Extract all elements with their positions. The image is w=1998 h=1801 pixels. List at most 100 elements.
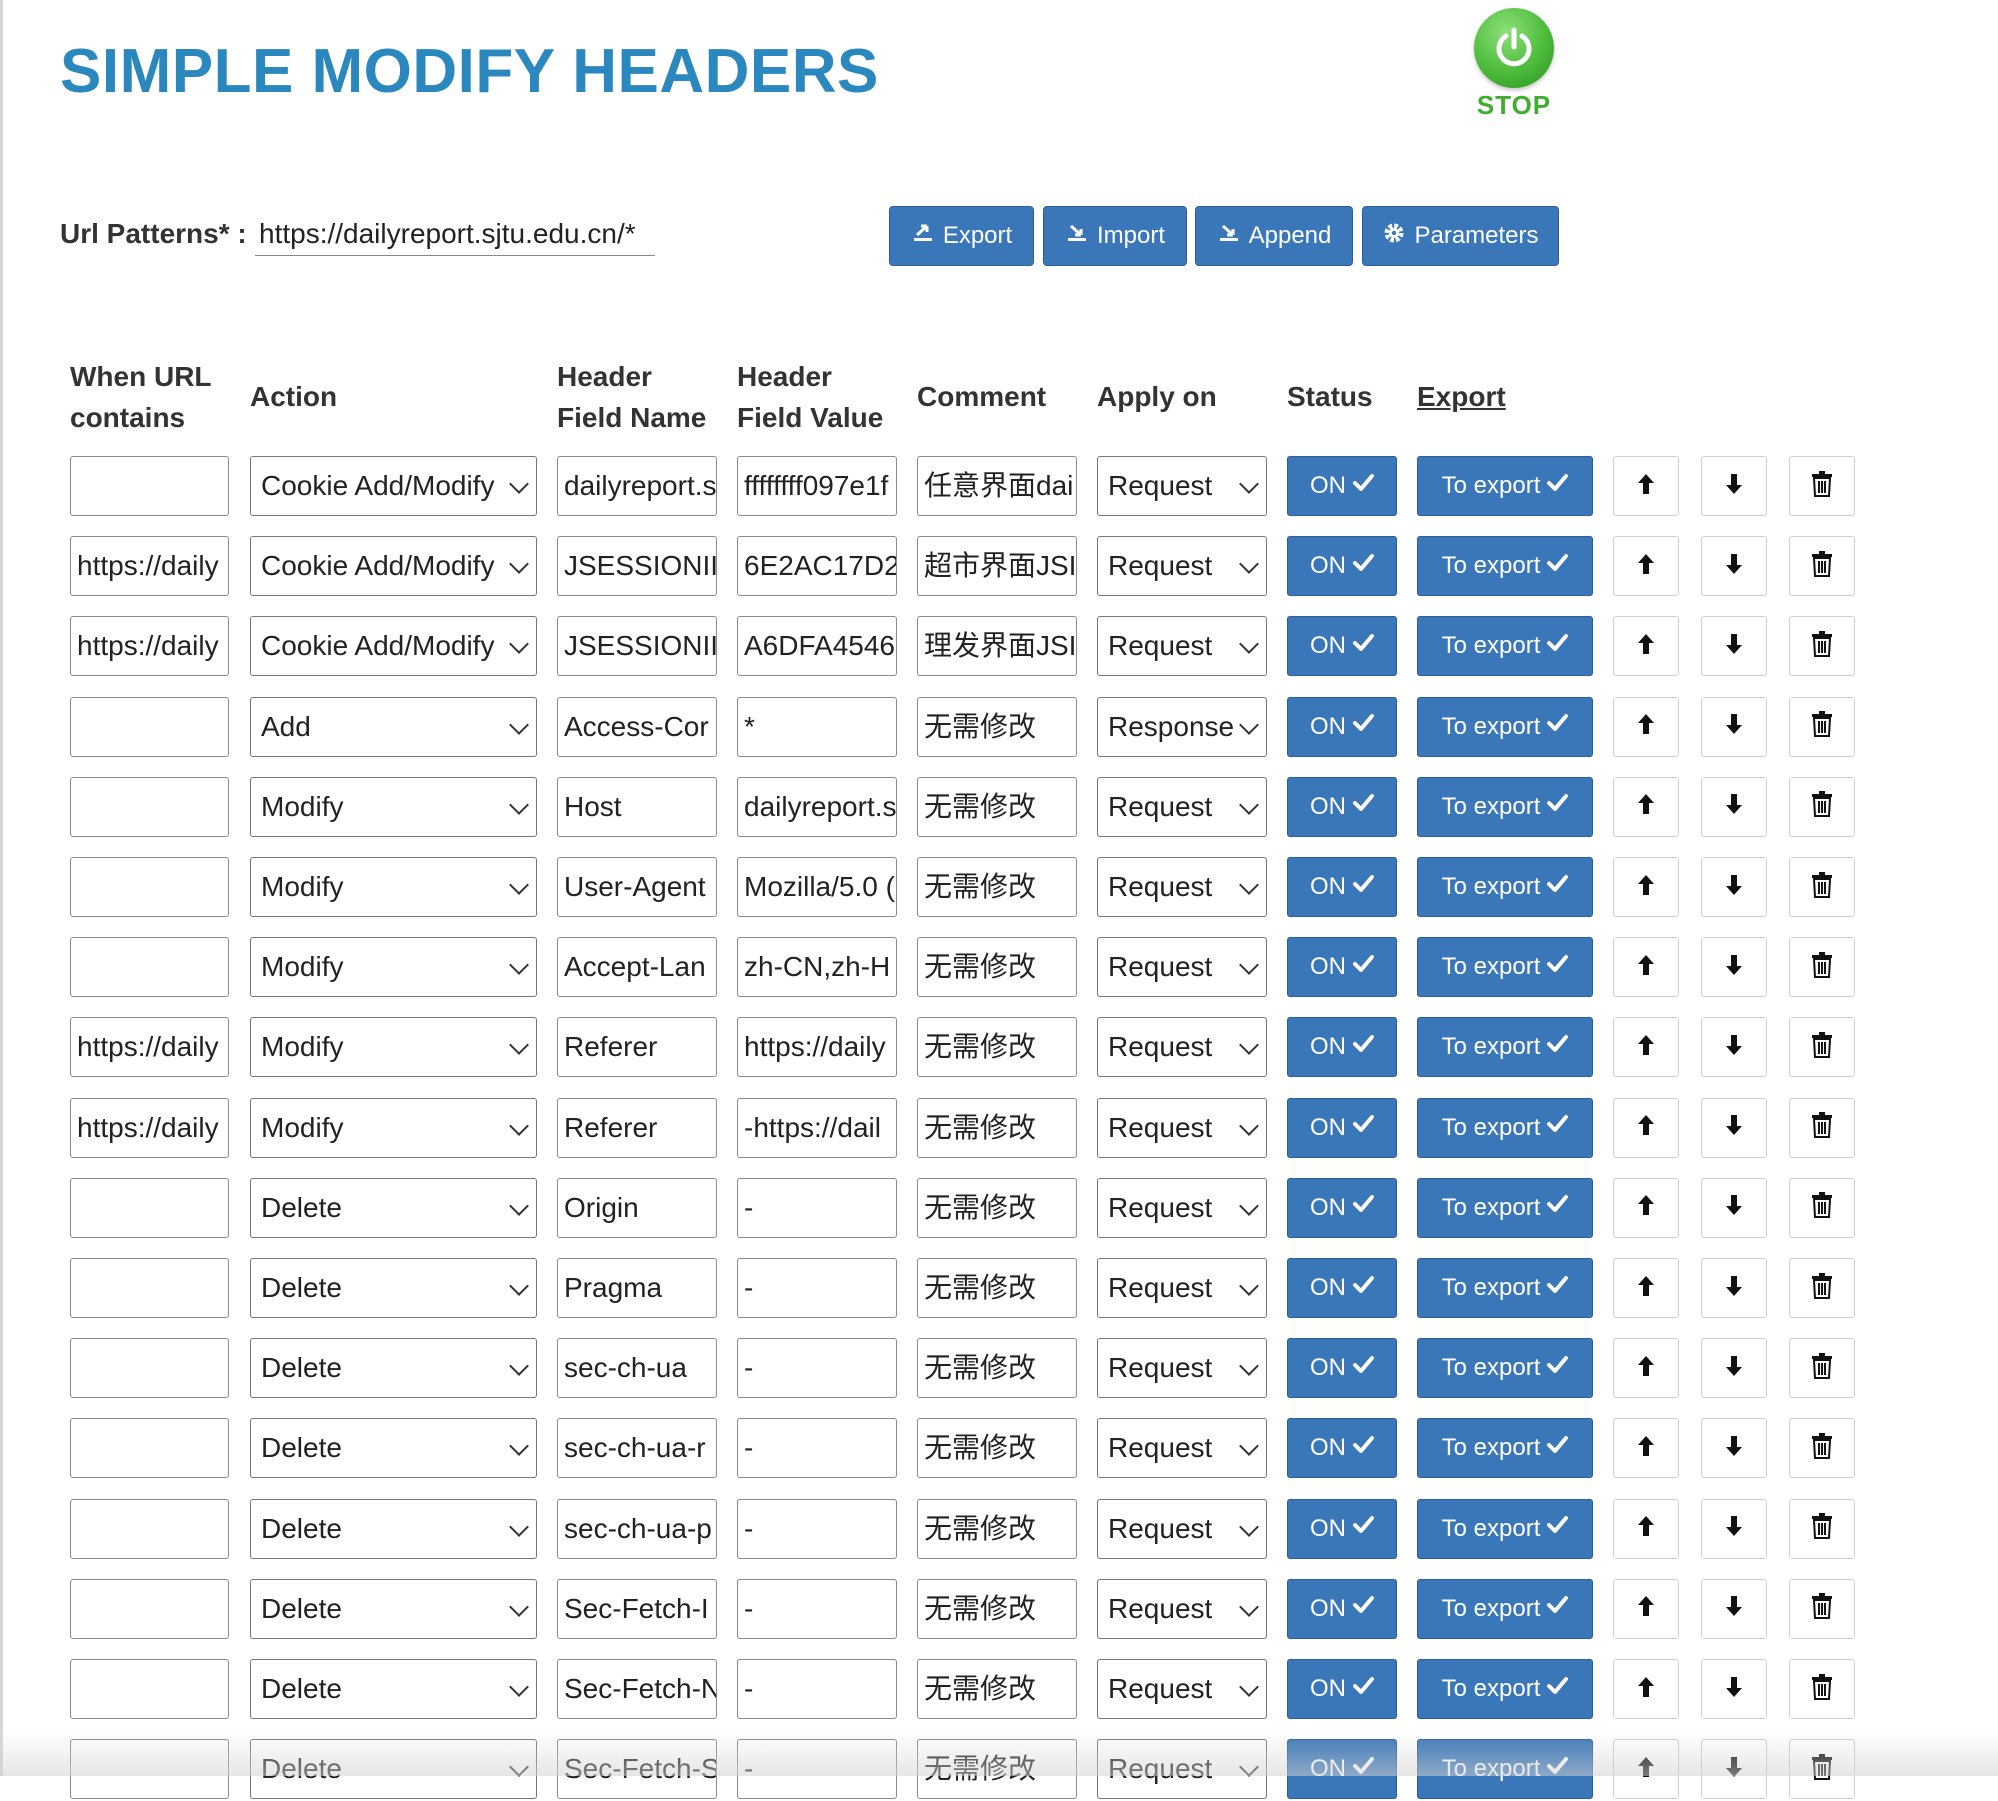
url-contains-input[interactable] (70, 857, 229, 917)
status-toggle-button[interactable]: ON (1287, 1097, 1397, 1158)
field-name-input[interactable]: Referer (557, 1017, 717, 1078)
comment-input[interactable]: 无需修改 (917, 1177, 1077, 1238)
move-down-button[interactable] (1701, 536, 1767, 597)
status-toggle-button[interactable]: ON (1287, 1578, 1397, 1639)
url-contains-input[interactable] (70, 1258, 229, 1318)
apply-on-select[interactable]: Request (1097, 1017, 1267, 1078)
delete-row-button[interactable] (1789, 1177, 1855, 1238)
move-up-button[interactable] (1613, 1418, 1679, 1479)
to-export-button[interactable]: To export (1417, 1017, 1593, 1078)
url-contains-input[interactable] (70, 1578, 229, 1639)
status-toggle-button[interactable]: ON (1287, 1177, 1397, 1238)
delete-row-button[interactable] (1789, 1258, 1855, 1318)
apply-on-select[interactable]: Request (1097, 1097, 1267, 1158)
url-contains-input[interactable] (70, 696, 229, 757)
comment-input[interactable]: 理发界面JSI (917, 616, 1077, 677)
field-value-input[interactable]: https://daily (737, 1017, 897, 1078)
comment-input[interactable]: 无需修改 (917, 776, 1077, 837)
comment-input[interactable]: 无需修改 (917, 1097, 1077, 1158)
delete-row-button[interactable] (1789, 857, 1855, 917)
field-value-input[interactable]: Mozilla/5.0 ( (737, 857, 897, 917)
apply-on-select[interactable]: Request (1097, 536, 1267, 597)
action-select[interactable]: Cookie Add/Modify (250, 616, 537, 677)
move-up-button[interactable] (1613, 1578, 1679, 1639)
comment-input[interactable]: 无需修改 (917, 1659, 1077, 1719)
to-export-button[interactable]: To export (1417, 1097, 1593, 1158)
action-select[interactable]: Add (250, 696, 537, 757)
status-toggle-button[interactable]: ON (1287, 1338, 1397, 1399)
url-contains-input[interactable]: https://daily (70, 1097, 229, 1158)
delete-row-button[interactable] (1789, 937, 1855, 998)
move-up-button[interactable] (1613, 1177, 1679, 1238)
delete-row-button[interactable] (1789, 1418, 1855, 1479)
status-toggle-button[interactable]: ON (1287, 776, 1397, 837)
stop-button[interactable]: STOP (1468, 8, 1560, 121)
apply-on-select[interactable]: Request (1097, 1659, 1267, 1719)
action-select[interactable]: Delete (250, 1418, 537, 1479)
move-up-button[interactable] (1613, 536, 1679, 597)
delete-row-button[interactable] (1789, 1097, 1855, 1158)
field-name-input[interactable]: Access-Cor (557, 696, 717, 757)
action-select[interactable]: Delete (250, 1578, 537, 1639)
field-name-input[interactable]: Origin (557, 1177, 717, 1238)
move-down-button[interactable] (1701, 1498, 1767, 1559)
field-name-input[interactable]: dailyreport.s (557, 456, 717, 516)
to-export-button[interactable]: To export (1417, 456, 1593, 516)
action-select[interactable]: Delete (250, 1177, 537, 1238)
move-up-button[interactable] (1613, 1017, 1679, 1078)
append-button[interactable]: Append (1195, 206, 1353, 266)
field-value-input[interactable]: zh-CN,zh-H (737, 937, 897, 998)
action-select[interactable]: Delete (250, 1338, 537, 1399)
field-name-input[interactable]: Accept-Lan (557, 937, 717, 998)
to-export-button[interactable]: To export (1417, 696, 1593, 757)
status-toggle-button[interactable]: ON (1287, 1017, 1397, 1078)
move-down-button[interactable] (1701, 937, 1767, 998)
apply-on-select[interactable]: Request (1097, 857, 1267, 917)
apply-on-select[interactable]: Request (1097, 1338, 1267, 1399)
comment-input[interactable]: 无需修改 (917, 1338, 1077, 1399)
apply-on-select[interactable]: Request (1097, 1258, 1267, 1318)
move-up-button[interactable] (1613, 696, 1679, 757)
field-value-input[interactable]: - (737, 1659, 897, 1719)
move-down-button[interactable] (1701, 1258, 1767, 1318)
comment-input[interactable]: 无需修改 (917, 1498, 1077, 1559)
url-contains-input[interactable] (70, 937, 229, 998)
delete-row-button[interactable] (1789, 456, 1855, 516)
to-export-button[interactable]: To export (1417, 1498, 1593, 1559)
url-contains-input[interactable]: https://daily (70, 1017, 229, 1078)
to-export-button[interactable]: To export (1417, 536, 1593, 597)
move-up-button[interactable] (1613, 1338, 1679, 1399)
move-up-button[interactable] (1613, 1258, 1679, 1318)
action-select[interactable]: Modify (250, 776, 537, 837)
status-toggle-button[interactable]: ON (1287, 1498, 1397, 1559)
parameters-button[interactable]: Parameters (1362, 206, 1559, 266)
field-value-input[interactable]: - (737, 1498, 897, 1559)
field-value-input[interactable]: - (737, 1177, 897, 1238)
move-down-button[interactable] (1701, 456, 1767, 516)
field-value-input[interactable]: - (737, 1578, 897, 1639)
export-button[interactable]: Export (889, 206, 1034, 266)
comment-input[interactable]: 超市界面JSI (917, 536, 1077, 597)
status-toggle-button[interactable]: ON (1287, 616, 1397, 677)
move-up-button[interactable] (1613, 616, 1679, 677)
move-up-button[interactable] (1613, 1659, 1679, 1719)
delete-row-button[interactable] (1789, 776, 1855, 837)
delete-row-button[interactable] (1789, 696, 1855, 757)
move-down-button[interactable] (1701, 1017, 1767, 1078)
action-select[interactable]: Modify (250, 1097, 537, 1158)
action-select[interactable]: Delete (250, 1258, 537, 1318)
import-button[interactable]: Import (1043, 206, 1187, 266)
status-toggle-button[interactable]: ON (1287, 857, 1397, 917)
apply-on-select[interactable]: Request (1097, 456, 1267, 516)
status-toggle-button[interactable]: ON (1287, 1659, 1397, 1719)
field-name-input[interactable]: JSESSIONII (557, 616, 717, 677)
apply-on-select[interactable]: Request (1097, 1578, 1267, 1639)
move-up-button[interactable] (1613, 776, 1679, 837)
status-toggle-button[interactable]: ON (1287, 696, 1397, 757)
field-value-input[interactable]: - (737, 1418, 897, 1479)
to-export-button[interactable]: To export (1417, 1578, 1593, 1639)
move-down-button[interactable] (1701, 857, 1767, 917)
move-down-button[interactable] (1701, 1659, 1767, 1719)
url-contains-input[interactable] (70, 776, 229, 837)
comment-input[interactable]: 无需修改 (917, 857, 1077, 917)
